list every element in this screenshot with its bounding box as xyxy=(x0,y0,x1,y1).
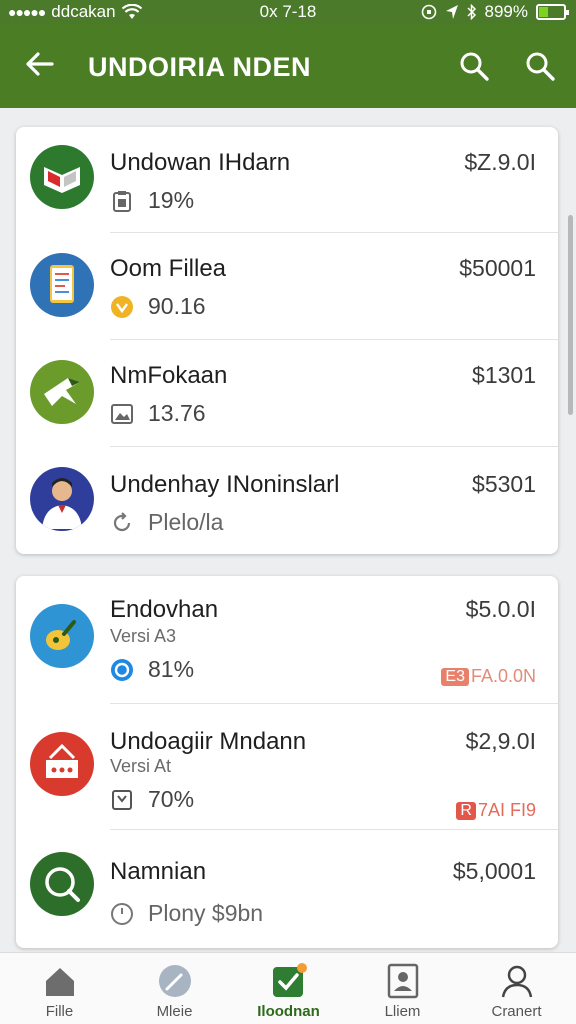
nav-item-library[interactable]: Lliem xyxy=(345,953,460,1024)
item-name: NmFokaan xyxy=(110,362,228,389)
item-price: $5.0.0I xyxy=(465,596,536,622)
bottom-navigation: Fille Mleie Iloodnan Lliem Cranert xyxy=(0,952,576,1024)
badge-tag: E3 xyxy=(441,667,469,686)
item-meta: 13.76 xyxy=(148,400,206,426)
item-name: Undoagiir Mndann xyxy=(110,728,307,755)
battery-icon xyxy=(536,4,569,20)
app-bar: UNDOIRIA NDEN xyxy=(0,24,576,108)
battery-percent: 899% xyxy=(484,2,528,21)
nav-item-account[interactable]: Cranert xyxy=(459,953,574,1024)
item-name: Undowan IHdarn xyxy=(110,149,291,176)
scrollbar[interactable] xyxy=(568,215,573,415)
refresh-icon xyxy=(113,511,131,531)
list-item[interactable]: Undenhay INoninslarl $5301 Plelo/la xyxy=(16,447,558,554)
list-item[interactable]: Namnian $5,0001 Plony $9bn xyxy=(16,830,558,948)
search-icon[interactable] xyxy=(456,48,492,84)
nav-label: Cranert xyxy=(491,1003,542,1020)
clock-icon xyxy=(111,902,133,925)
nav-item-downloads[interactable]: Iloodnan xyxy=(231,953,346,1024)
item-version: Versi A3 xyxy=(110,626,177,646)
item-price: $1301 xyxy=(472,362,536,388)
item-meta: 19% xyxy=(148,187,195,213)
person-icon xyxy=(501,965,533,998)
nav-item-home[interactable]: Fille xyxy=(2,953,117,1024)
clipboard-icon xyxy=(113,190,131,212)
badge-tag: R xyxy=(456,801,476,820)
item-meta: 70% xyxy=(148,786,195,812)
item-price: $Z.9.0I xyxy=(464,149,536,175)
nav-label: Lliem xyxy=(384,1003,421,1020)
check-icon xyxy=(273,963,307,997)
portrait-icon xyxy=(387,963,419,999)
item-price: $5,0001 xyxy=(452,858,536,884)
item-meta: Plony $9bn xyxy=(148,900,264,926)
bookmark-icon xyxy=(112,789,132,810)
item-meta: 90.16 xyxy=(148,293,206,319)
nav-label: Mleie xyxy=(156,1003,193,1020)
promo-badge: R 7AI FI9 xyxy=(456,800,536,821)
badge-text: 7AI FI9 xyxy=(477,800,536,820)
item-name: Namnian xyxy=(110,858,207,885)
item-price: $2,9.0I xyxy=(465,728,536,754)
back-arrow-icon[interactable] xyxy=(22,46,58,82)
list-item[interactable]: Undowan IHdarn $Z.9.0I 19% xyxy=(16,127,558,233)
item-name: Oom Fillea xyxy=(110,255,227,282)
location-icon xyxy=(445,5,458,19)
item-name: Endovhan xyxy=(110,596,219,623)
store-logo-icon xyxy=(30,732,94,796)
item-name: Undenhay INoninslarl xyxy=(110,471,340,498)
gold-coin-icon xyxy=(111,295,133,318)
image-icon xyxy=(111,403,133,424)
list-item[interactable]: Oom Fillea $50001 90.16 xyxy=(16,233,558,340)
blue-circle-icon xyxy=(111,658,133,681)
item-meta: Plelo/la xyxy=(148,509,224,535)
item-meta: 81% xyxy=(148,656,195,682)
item-price: $5301 xyxy=(472,471,536,497)
app-list-card: Endovhan Versi A3 $5.0.0I 81% E3 FA.0.0N… xyxy=(16,576,558,948)
item-version: Versi At xyxy=(110,756,172,776)
badge-text: FA.0.0N xyxy=(470,666,536,686)
person-avatar-icon xyxy=(30,467,94,531)
bird-logo-icon xyxy=(30,360,94,424)
document-app-icon xyxy=(30,253,94,317)
nav-label: Iloodnan xyxy=(257,1003,320,1020)
compass-icon xyxy=(159,965,191,997)
search-icon[interactable] xyxy=(522,48,558,84)
book-logo-icon xyxy=(30,145,94,209)
list-item[interactable]: Endovhan Versi A3 $5.0.0I 81% E3 FA.0.0N xyxy=(16,576,558,704)
list-item[interactable]: Undoagiir Mndann Versi At $2,9.0I 70% R … xyxy=(16,704,558,830)
app-list-card: Undowan IHdarn $Z.9.0I 19% Oom Fillea $5… xyxy=(16,127,558,554)
bluetooth-icon xyxy=(466,4,476,20)
list-item[interactable]: NmFokaan $1301 13.76 xyxy=(16,340,558,447)
status-bar: ●●●●● ddcakan 0x 7-18 899% xyxy=(0,0,576,24)
page-title: UNDOIRIA NDEN xyxy=(88,52,312,82)
nav-label: Fille xyxy=(45,1003,74,1020)
nav-item-explore[interactable]: Mleie xyxy=(117,953,232,1024)
music-note-icon xyxy=(30,604,94,668)
item-price: $50001 xyxy=(459,255,536,281)
home-icon xyxy=(46,968,74,996)
magnifier-logo-icon xyxy=(30,852,94,916)
promo-badge: E3 FA.0.0N xyxy=(441,666,536,687)
rotation-lock-icon xyxy=(421,4,436,20)
